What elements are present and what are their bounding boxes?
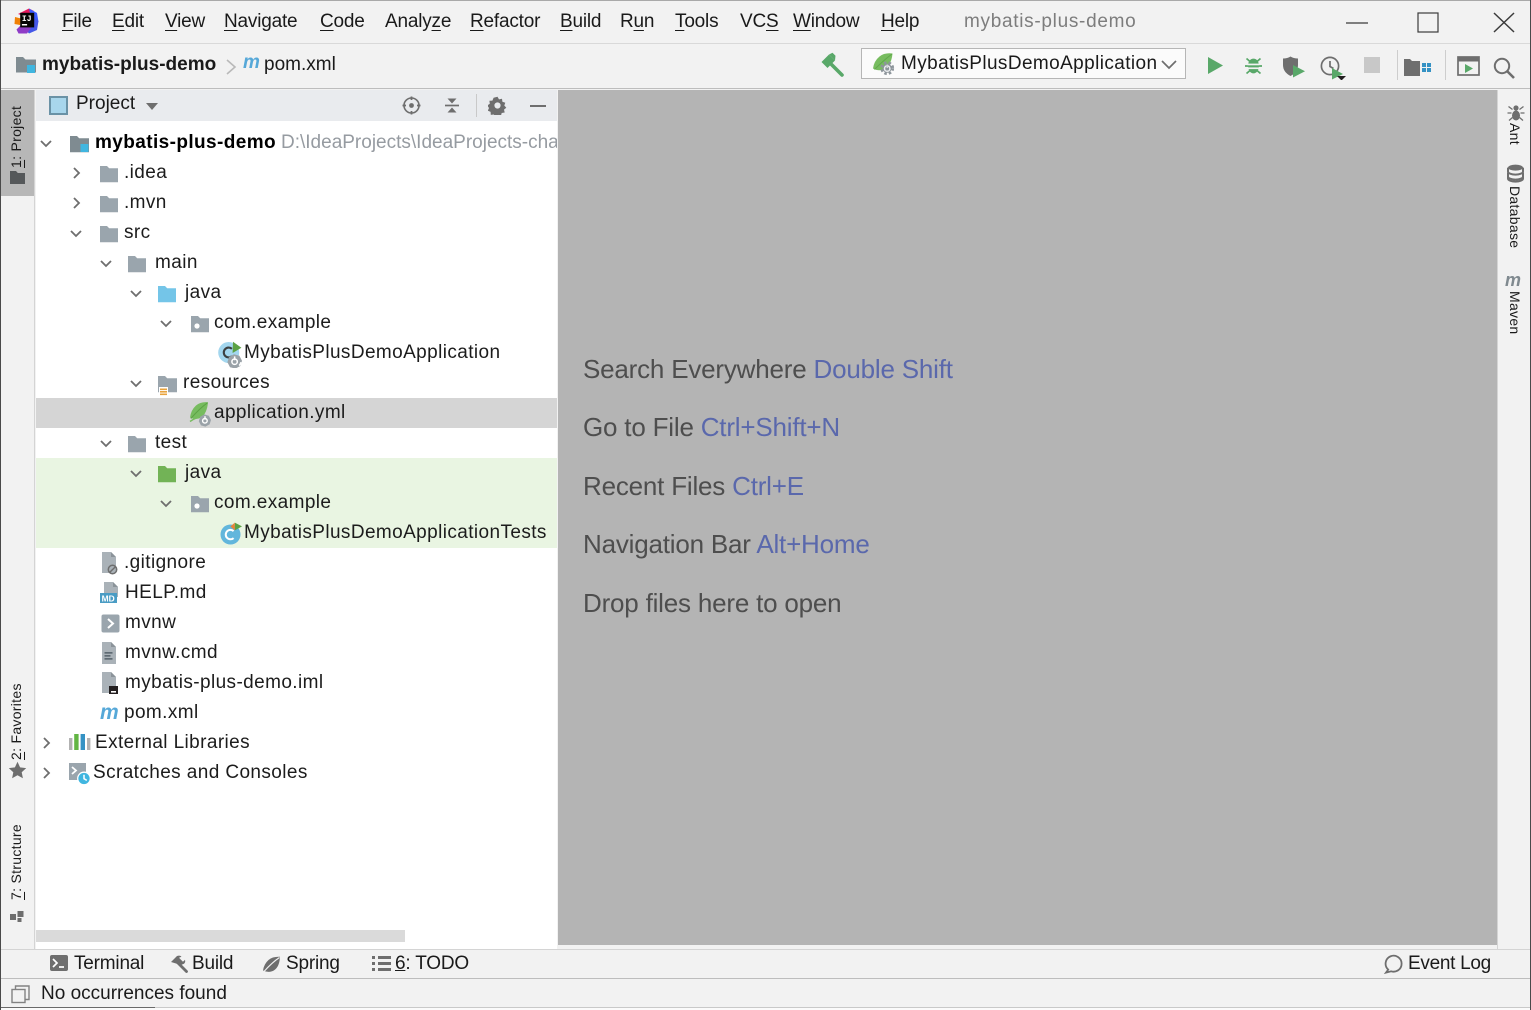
svg-text:MD: MD — [102, 593, 115, 603]
svg-text:IJ: IJ — [22, 15, 32, 24]
